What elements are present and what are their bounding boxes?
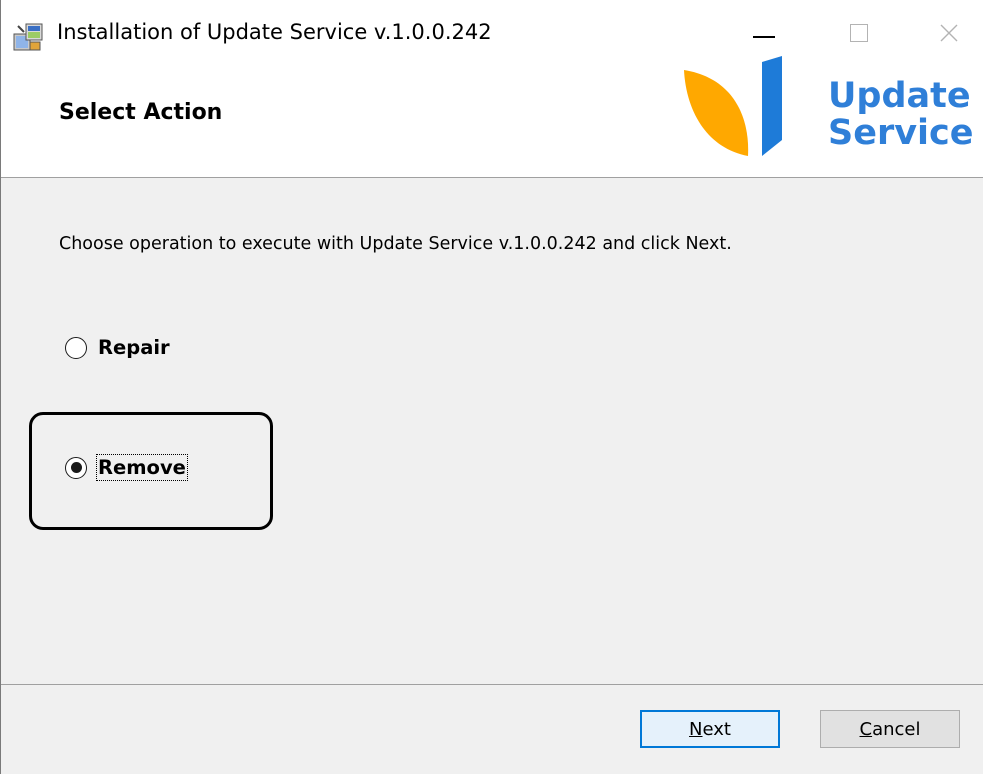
content-area: Choose operation to execute with Update …	[1, 178, 983, 684]
page-title: Select Action	[59, 100, 223, 125]
close-button[interactable]	[924, 10, 974, 56]
footer-bar: Next Cancel	[1, 684, 983, 774]
window-title: Installation of Update Service v.1.0.0.2…	[57, 20, 492, 44]
logo-line-1: Update	[828, 76, 971, 116]
minimize-icon	[753, 36, 775, 38]
remove-radio-button[interactable]	[65, 456, 87, 479]
title-bar: Installation of Update Service v.1.0.0.2…	[1, 0, 983, 66]
update-service-logo-icon	[684, 56, 782, 156]
maximize-button[interactable]	[834, 10, 884, 56]
cancel-label-rest: ancel	[872, 718, 921, 740]
logo-wordmark: Update Service	[828, 78, 974, 152]
repair-radio-button[interactable]	[65, 336, 87, 359]
close-icon	[940, 24, 958, 42]
remove-label[interactable]: Remove	[96, 454, 188, 481]
radio-selected-dot	[70, 462, 82, 473]
header-banner: Select Action Update Service	[1, 56, 983, 178]
next-button[interactable]: Next	[640, 710, 780, 748]
installer-app-icon	[13, 23, 43, 51]
next-label-rest: ext	[702, 718, 731, 740]
cancel-button[interactable]: Cancel	[820, 710, 960, 748]
instructions-text: Choose operation to execute with Update …	[59, 234, 732, 254]
minimize-button[interactable]	[739, 10, 789, 56]
next-accelerator: N	[689, 718, 703, 740]
installer-window: Installation of Update Service v.1.0.0.2…	[0, 0, 983, 774]
logo-line-2: Service	[828, 113, 974, 153]
maximize-icon	[850, 24, 868, 42]
cancel-accelerator: C	[859, 718, 873, 740]
repair-radio-option[interactable]: Repair	[65, 336, 170, 359]
repair-label[interactable]: Repair	[98, 336, 170, 359]
remove-radio-option[interactable]: Remove	[65, 454, 188, 481]
